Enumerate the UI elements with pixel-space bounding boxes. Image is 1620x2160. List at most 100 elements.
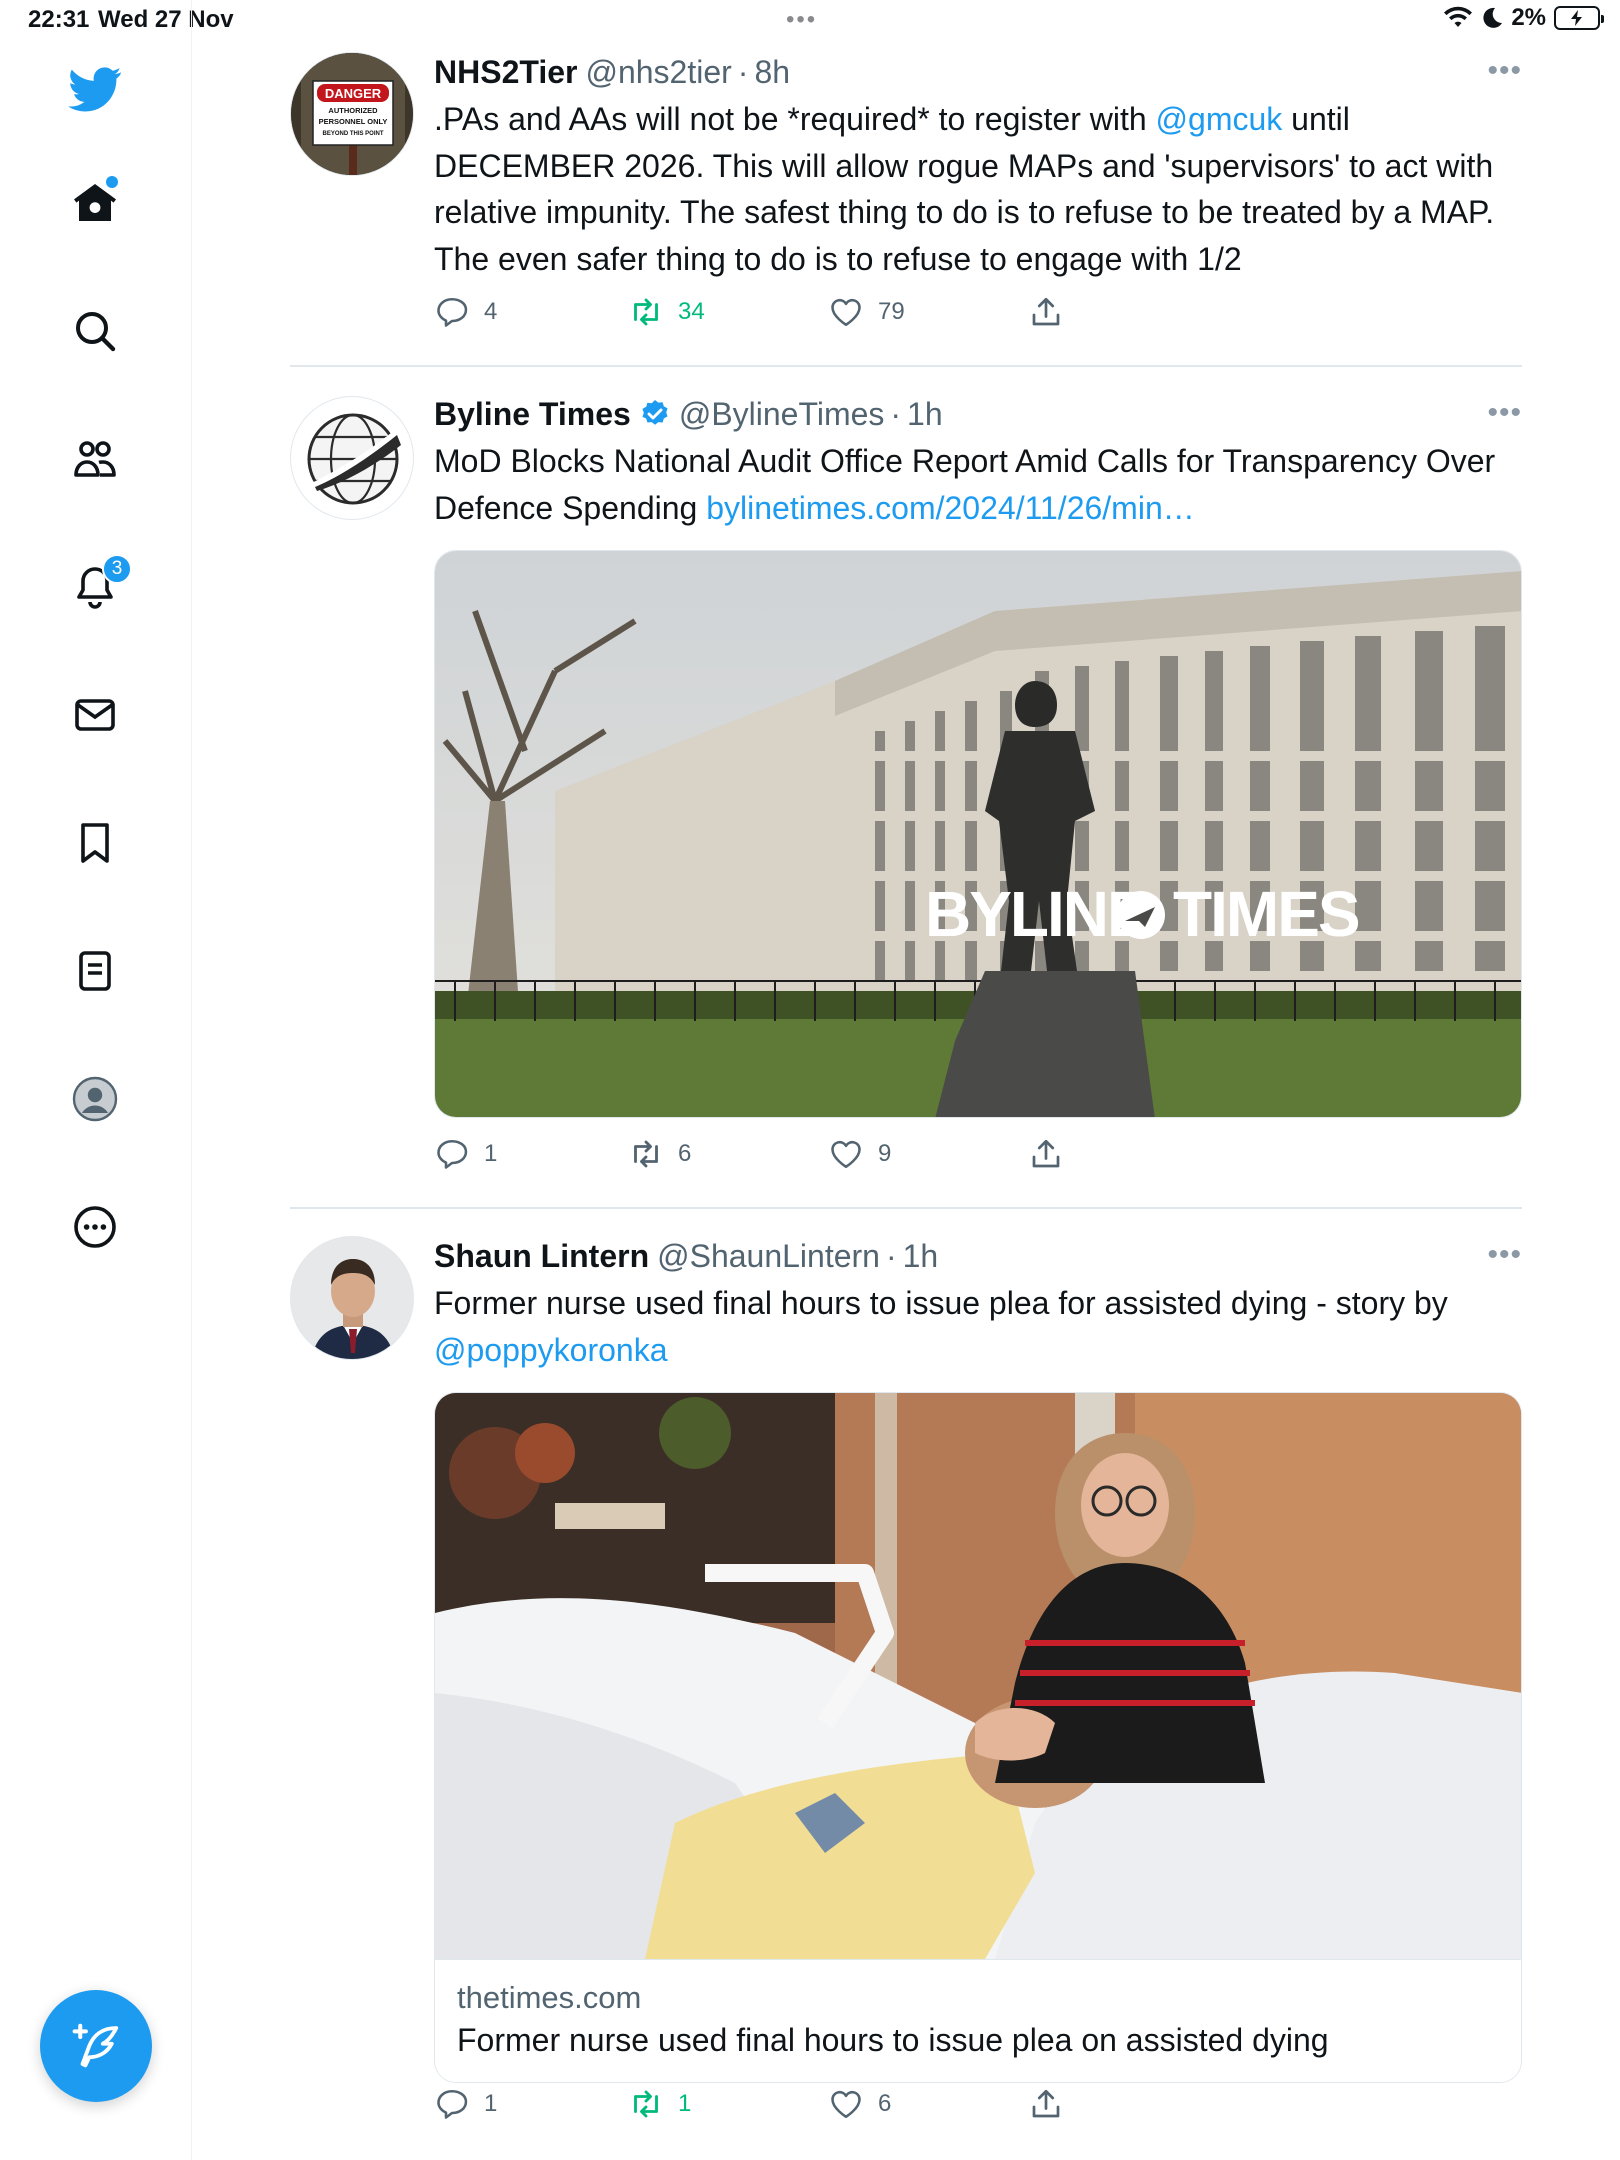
battery-percent: 2% bbox=[1511, 4, 1546, 31]
sidebar: 3 bbox=[0, 0, 192, 2160]
heart-icon bbox=[831, 298, 861, 327]
link-card-footer: thetimes.com Former nurse used final hou… bbox=[435, 1959, 1521, 2082]
notifications-badge: 3 bbox=[102, 554, 132, 584]
reply-button[interactable]: 1 bbox=[434, 1136, 497, 1172]
tweet-text-part: Former nurse used final hours to issue p… bbox=[434, 1285, 1448, 1321]
twitter-logo-icon[interactable] bbox=[52, 46, 138, 132]
share-button[interactable] bbox=[1028, 1136, 1064, 1172]
compose-feather-icon bbox=[72, 2023, 119, 2068]
compose-tweet-button[interactable] bbox=[40, 1990, 152, 2102]
sidebar-item-more[interactable] bbox=[52, 1184, 138, 1270]
wifi-icon bbox=[1444, 6, 1473, 27]
sidebar-item-bookmarks[interactable] bbox=[52, 800, 138, 886]
share-button[interactable] bbox=[1028, 294, 1064, 330]
author-handle[interactable]: @BylineTimes bbox=[679, 392, 885, 436]
retweet-button[interactable]: 1 bbox=[628, 2086, 691, 2122]
like-button[interactable]: 6 bbox=[828, 2086, 891, 2122]
retweet-icon bbox=[634, 2090, 658, 2118]
avatar[interactable]: DANGER AUTHORIZED PERSONNEL ONLY BEYOND … bbox=[290, 52, 414, 176]
separator-dot: · bbox=[737, 54, 749, 90]
tweet-header: Byline Times @BylineTimes · 1h bbox=[434, 392, 1522, 436]
like-button[interactable]: 79 bbox=[828, 294, 905, 330]
profile-icon bbox=[72, 1076, 118, 1122]
watermark-times: TIMES bbox=[1173, 878, 1359, 950]
tweet-media-image[interactable]: BYLINE TIMES bbox=[434, 550, 1522, 1118]
multitasking-dots-icon[interactable]: ••• bbox=[786, 6, 817, 34]
tweet-divider bbox=[290, 1207, 1522, 1209]
separator-dot: · bbox=[885, 1238, 897, 1274]
moon-icon bbox=[1483, 7, 1503, 28]
avatar[interactable] bbox=[290, 396, 414, 520]
sidebar-item-explore[interactable] bbox=[52, 288, 138, 374]
reply-count: 1 bbox=[484, 1140, 498, 1167]
share-icon bbox=[1032, 297, 1060, 326]
heart-icon bbox=[831, 2090, 861, 2119]
retweet-button[interactable]: 34 bbox=[628, 294, 705, 330]
mention-link[interactable]: @gmcuk bbox=[1156, 101, 1283, 137]
sidebar-item-lists[interactable] bbox=[52, 928, 138, 1014]
mention-link[interactable]: @poppykoronka bbox=[434, 1332, 668, 1368]
reply-button[interactable]: 1 bbox=[434, 2086, 497, 2122]
retweet-button[interactable]: 6 bbox=[628, 1136, 691, 1172]
mod-building-photo: BYLINE TIMES bbox=[435, 551, 1521, 1117]
list-icon bbox=[79, 951, 111, 991]
tweet-time[interactable]: 8h bbox=[754, 50, 790, 94]
avatar[interactable] bbox=[290, 1236, 414, 1360]
author-handle[interactable]: @ShaunLintern bbox=[657, 1234, 880, 1278]
article-link[interactable]: bylinetimes.com/2024/11/26/min… bbox=[706, 490, 1195, 526]
sign-line: BEYOND THIS POINT bbox=[322, 131, 383, 137]
sidebar-item-notifications[interactable]: 3 bbox=[52, 544, 138, 630]
mail-icon bbox=[75, 699, 115, 731]
tweet-time[interactable]: 1h bbox=[903, 1234, 939, 1278]
author-handle[interactable]: @nhs2tier bbox=[585, 50, 731, 94]
reply-button[interactable]: 4 bbox=[434, 294, 497, 330]
tweet-text: .PAs and AAs will not be *required* to r… bbox=[434, 96, 1522, 282]
like-count: 9 bbox=[878, 1140, 892, 1167]
reply-icon bbox=[437, 1139, 468, 1169]
tweet-more-icon[interactable]: ••• bbox=[1487, 396, 1522, 430]
author-name[interactable]: NHS2Tier bbox=[434, 50, 577, 94]
search-icon bbox=[76, 312, 116, 352]
tweet-text: Former nurse used final hours to issue p… bbox=[434, 1280, 1522, 1373]
share-icon bbox=[1032, 2089, 1060, 2118]
retweet-count: 34 bbox=[678, 298, 705, 325]
link-card[interactable]: thetimes.com Former nurse used final hou… bbox=[434, 1392, 1522, 2083]
like-button[interactable]: 9 bbox=[828, 1136, 891, 1172]
like-count: 79 bbox=[878, 298, 905, 325]
reply-icon bbox=[437, 2089, 468, 2119]
share-button[interactable] bbox=[1028, 2086, 1064, 2122]
verified-badge-icon bbox=[642, 400, 668, 425]
sidebar-item-profile[interactable] bbox=[52, 1056, 138, 1142]
status-bar: 22:31 Wed 27 Nov ••• 2% bbox=[0, 0, 1620, 40]
tweet-actions: 4 34 79 bbox=[434, 294, 1114, 338]
tweet-text: MoD Blocks National Audit Office Report … bbox=[434, 438, 1522, 531]
author-name[interactable]: Byline Times bbox=[434, 392, 631, 436]
communities-icon bbox=[74, 441, 116, 477]
tweet-more-icon[interactable]: ••• bbox=[1487, 54, 1522, 88]
tweet-content: Shaun Lintern @ShaunLintern · 1h ••• For… bbox=[434, 1234, 1522, 2119]
retweet-icon bbox=[634, 1140, 658, 1168]
tweet-actions: 1 6 9 bbox=[434, 1136, 1114, 1180]
watermark-byline: BYLINE bbox=[925, 878, 1148, 950]
tweet-actions: 1 1 6 bbox=[434, 2086, 1114, 2130]
card-domain: thetimes.com bbox=[457, 1980, 642, 2015]
sidebar-item-communities[interactable] bbox=[52, 416, 138, 502]
like-count: 6 bbox=[878, 2090, 892, 2117]
separator-dot: · bbox=[890, 396, 902, 432]
sign-line: PERSONNEL ONLY bbox=[319, 117, 388, 126]
person-portrait-image bbox=[291, 1237, 413, 1359]
tweet-more-icon[interactable]: ••• bbox=[1487, 1238, 1522, 1272]
sidebar-item-messages[interactable] bbox=[52, 672, 138, 758]
danger-sign-image: DANGER AUTHORIZED PERSONNEL ONLY BEYOND … bbox=[291, 53, 413, 175]
tweet-time[interactable]: 1h bbox=[907, 392, 943, 436]
retweet-count: 6 bbox=[678, 1140, 692, 1167]
sidebar-item-home[interactable] bbox=[52, 160, 138, 246]
author-name[interactable]: Shaun Lintern bbox=[434, 1234, 649, 1278]
battery-charging-icon bbox=[1554, 6, 1604, 30]
card-title: Former nurse used final hours to issue p… bbox=[457, 2022, 1329, 2058]
hospital-bed-photo bbox=[435, 1393, 1521, 1959]
reply-count: 4 bbox=[484, 298, 498, 325]
tweet-text-part: .PAs and AAs will not be *required* to r… bbox=[434, 101, 1156, 137]
globe-logo-image bbox=[307, 413, 403, 505]
bookmark-icon bbox=[81, 823, 109, 863]
